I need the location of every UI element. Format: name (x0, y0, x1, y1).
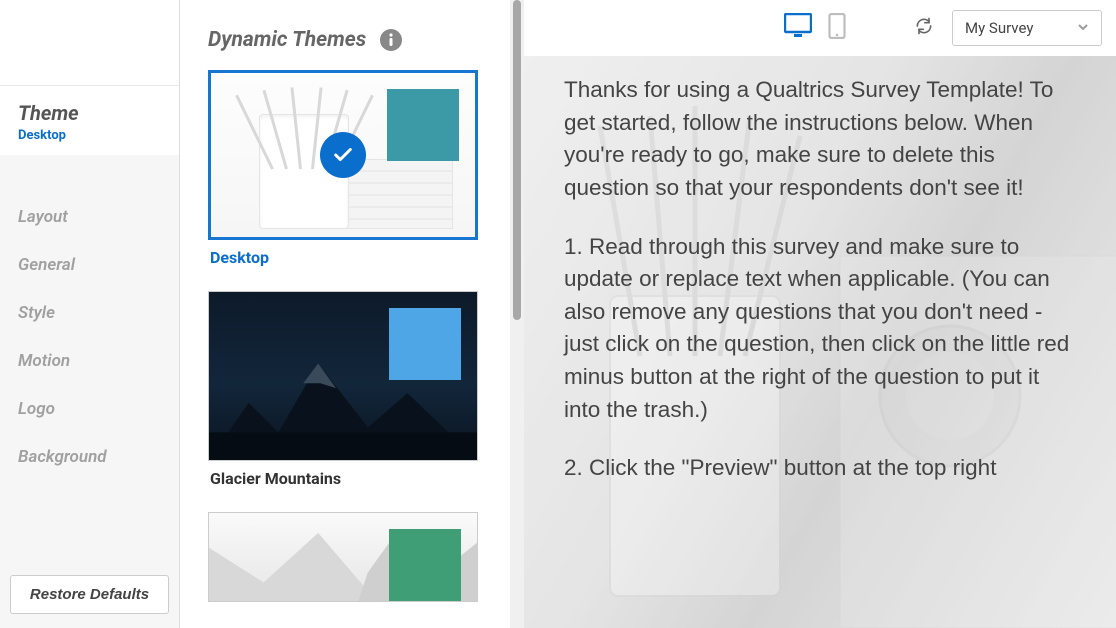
theme-swatch (389, 308, 461, 380)
theme-panel-title: Dynamic Themes (208, 28, 366, 52)
sidebar-item-style[interactable]: Style (0, 289, 179, 337)
theme-thumb-third (208, 512, 478, 602)
sidebar-nav: Layout General Style Motion Logo Backgro… (0, 155, 179, 481)
theme-card-glacier[interactable]: Glacier Mountains (208, 291, 478, 502)
survey-select-value: My Survey (965, 19, 1033, 37)
sidebar-item-general[interactable]: General (0, 241, 179, 289)
preview-paragraph: Thanks for using a Qualtrics Survey Temp… (564, 74, 1076, 205)
survey-select[interactable]: My Survey (952, 10, 1102, 46)
sidebar-active-title: Theme (18, 101, 161, 125)
preview-paragraph: 2. Click the "Preview" button at the top… (564, 452, 1076, 485)
scrollbar-thumb[interactable] (513, 0, 521, 320)
check-icon (320, 132, 366, 178)
sidebar-item-layout[interactable]: Layout (0, 193, 179, 241)
theme-swatch (387, 89, 459, 161)
restore-defaults-button[interactable]: Restore Defaults (10, 575, 169, 614)
theme-label: Glacier Mountains (208, 461, 478, 502)
sidebar-left: Theme Desktop Layout General Style Motio… (0, 0, 180, 628)
mobile-device-icon[interactable] (828, 13, 846, 43)
theme-thumb-desktop (208, 70, 478, 240)
survey-preview: My Survey Thanks for u (524, 0, 1116, 628)
preview-paragraph: 1. Read through this survey and make sur… (564, 231, 1076, 427)
sidebar-spacer (0, 0, 179, 85)
desktop-device-icon[interactable] (784, 13, 812, 43)
theme-swatch (389, 529, 461, 601)
theme-thumb-glacier (208, 291, 478, 461)
preview-topbar: My Survey (524, 0, 1116, 56)
preview-body: Thanks for using a Qualtrics Survey Temp… (524, 56, 1116, 628)
theme-panel: Dynamic Themes Desktop (180, 0, 510, 628)
theme-card-desktop[interactable]: Desktop (208, 70, 478, 281)
panel-divider[interactable] (510, 0, 524, 628)
sidebar-item-logo[interactable]: Logo (0, 385, 179, 433)
theme-card-third[interactable] (208, 512, 478, 602)
sidebar-item-theme[interactable]: Theme Desktop (0, 85, 179, 155)
sidebar-item-motion[interactable]: Motion (0, 337, 179, 385)
chevron-down-icon (1077, 19, 1089, 37)
theme-label: Desktop (208, 240, 478, 281)
preview-text: Thanks for using a Qualtrics Survey Temp… (524, 56, 1116, 551)
refresh-icon[interactable] (914, 16, 934, 40)
sidebar-active-subtitle: Desktop (18, 128, 161, 143)
info-icon[interactable] (380, 29, 402, 51)
sidebar-item-background[interactable]: Background (0, 433, 179, 481)
